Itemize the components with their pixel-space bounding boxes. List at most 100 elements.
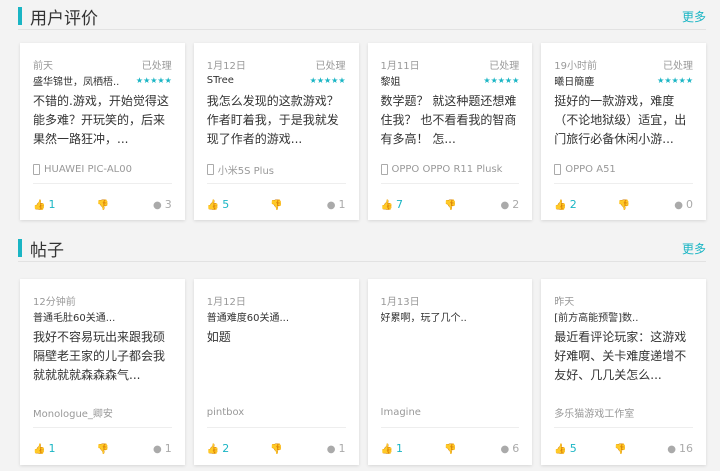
status-badge: 已处理 xyxy=(489,61,520,72)
post-subject: 普通毛肚60关通... xyxy=(33,313,116,324)
review-text: 不错的.游戏，开始觉得这能多难？开玩笑的，后来果然一路狂冲，... xyxy=(33,94,169,146)
thumbs-down-icon: 👎 xyxy=(614,443,627,455)
post-time: 昨天 xyxy=(554,297,575,308)
thumbs-down-icon: 👎 xyxy=(96,199,109,211)
like-button[interactable]: 👍 7 xyxy=(381,198,403,211)
status-badge: 已处理 xyxy=(141,61,172,72)
dislike-button[interactable]: 👎 xyxy=(270,442,285,455)
thumbs-up-icon: 👍 xyxy=(33,443,46,455)
like-button[interactable]: 👍 1 xyxy=(33,198,55,211)
comment-button[interactable]: ● 16 xyxy=(667,442,693,455)
card-footer: 👍 2 👎 ● 0 xyxy=(554,184,693,224)
review-user: 盛华锦世，凤栖梧.. xyxy=(33,77,120,88)
review-card[interactable]: 19小时前 已处理 曦日簡塵 ★★★★★ 挺好的一款游戏，难度（不论地狱级）适宜，出… xyxy=(541,43,706,220)
like-count: 2 xyxy=(222,441,230,455)
dislike-button[interactable]: 👎 xyxy=(444,198,459,211)
review-text: 我怎么发现的这款游戏？作者盯着我，于是我就发现了作者的游戏... xyxy=(206,94,339,146)
post-time: 12分钟前 xyxy=(33,297,76,308)
review-user: 黎姐 xyxy=(380,77,401,88)
comment-count: 1 xyxy=(338,441,346,455)
like-count: 1 xyxy=(48,197,56,211)
post-author: Monologue_卿安 xyxy=(33,409,113,420)
star-rating: ★★★★★ xyxy=(483,76,520,85)
review-card[interactable]: 前天 已处理 盛华锦世，凤栖梧.. ★★★★★ 不错的.游戏，开始觉得这能多难？开玩… xyxy=(20,43,185,220)
like-button[interactable]: 👍 2 xyxy=(554,198,576,211)
post-card[interactable]: 昨天 [前方高能预警]数.. 最近看评论玩家：这游戏好难啊、关卡难度递增不友好、… xyxy=(541,279,706,465)
like-count: 5 xyxy=(569,441,577,455)
posts-more-link[interactable]: 更多 xyxy=(682,240,706,257)
review-user: 曦日簡塵 xyxy=(554,77,595,88)
card-footer: 👍 2 👎 ● 1 xyxy=(207,428,346,468)
status-badge: 已处理 xyxy=(663,61,693,72)
posts-header: 帖子 更多 xyxy=(18,236,706,262)
thumbs-up-icon: 👍 xyxy=(380,199,393,211)
reviews-more-link[interactable]: 更多 xyxy=(682,8,706,25)
star-rating: ★★★★★ xyxy=(309,76,346,85)
like-button[interactable]: 👍 5 xyxy=(207,198,229,211)
post-subject: 普通难度60关通... xyxy=(206,313,290,324)
dislike-button[interactable]: 👎 xyxy=(618,198,633,211)
status-badge: 已处理 xyxy=(315,61,346,72)
dislike-button[interactable]: 👎 xyxy=(270,198,285,211)
post-time: 1月12日 xyxy=(206,297,246,308)
comment-button[interactable]: ● 3 xyxy=(153,198,172,211)
comment-icon: ● xyxy=(153,199,162,211)
comment-button[interactable]: ● 1 xyxy=(327,198,346,211)
like-button[interactable]: 👍 5 xyxy=(554,442,576,455)
review-time: 1月12日 xyxy=(206,61,246,72)
review-card[interactable]: 1月12日 已处理 STree ★★★★★ 我怎么发现的这款游戏？作者盯着我，于是我… xyxy=(193,43,359,220)
phone-icon xyxy=(206,164,214,175)
comment-button[interactable]: ● 0 xyxy=(674,198,693,211)
comment-button[interactable]: ● 2 xyxy=(501,198,520,211)
post-author: Imagine xyxy=(380,407,421,418)
thumbs-up-icon: 👍 xyxy=(206,199,220,211)
star-rating: ★★★★★ xyxy=(657,76,693,85)
review-time: 前天 xyxy=(33,61,53,72)
post-subject: 好累啊，玩了几个.. xyxy=(380,313,467,324)
like-count: 5 xyxy=(222,197,230,211)
post-card[interactable]: 1月13日 好累啊，玩了几个.. Imagine 👍 1 👎 ● 6 xyxy=(367,279,533,465)
review-card[interactable]: 1月11日 已处理 黎姐 ★★★★★ 数学题？ 就这种题还想难住我？ 也不看看我的智… xyxy=(367,43,533,220)
section-accent-bar xyxy=(18,7,22,25)
comment-button[interactable]: ● 1 xyxy=(153,442,172,455)
post-author: 多乐猫游戏工作室 xyxy=(554,409,635,420)
like-count: 2 xyxy=(569,197,577,211)
review-time: 19小时前 xyxy=(554,61,597,72)
post-card[interactable]: 12分钟前 普通毛肚60关通... 我好不容易玩出来跟我硕隔壁老王家的儿子都会我… xyxy=(20,279,185,465)
dislike-button[interactable]: 👎 xyxy=(614,442,629,455)
post-card[interactable]: 1月12日 普通难度60关通... 如题 pintbox 👍 2 👎 ● 1 xyxy=(193,279,359,468)
thumbs-up-icon: 👍 xyxy=(206,443,220,455)
post-text: 最近看评论玩家：这游戏好难啊、关卡难度递增不友好、几几关怎么... xyxy=(554,330,687,382)
dislike-button[interactable]: 👎 xyxy=(97,198,112,211)
card-footer: 👍 5 👎 ● 16 xyxy=(554,428,693,468)
device-name: OPPO A51 xyxy=(565,164,616,175)
comment-icon: ● xyxy=(153,443,162,455)
comment-button[interactable]: ● 6 xyxy=(501,442,520,455)
thumbs-down-icon: 👎 xyxy=(270,199,283,211)
thumbs-up-icon: 👍 xyxy=(33,199,46,211)
like-count: 7 xyxy=(395,197,403,211)
device-name: 小米5S Plus xyxy=(217,166,274,177)
comment-count: 1 xyxy=(338,197,346,211)
comment-count: 0 xyxy=(685,197,693,211)
card-footer: 👍 1 👎 ● 1 xyxy=(33,428,172,468)
comment-count: 3 xyxy=(164,197,172,211)
comment-icon: ● xyxy=(326,199,336,211)
comment-button[interactable]: ● 1 xyxy=(327,442,346,455)
post-text: 我好不容易玩出来跟我硕隔壁老王家的儿子都会我就就就就森森森气... xyxy=(33,330,166,382)
like-button[interactable]: 👍 1 xyxy=(381,442,403,455)
thumbs-down-icon: 👎 xyxy=(444,199,457,211)
phone-icon xyxy=(380,164,388,175)
comment-icon: ● xyxy=(500,199,510,211)
thumbs-down-icon: 👎 xyxy=(96,443,109,455)
like-button[interactable]: 👍 1 xyxy=(33,442,55,455)
like-button[interactable]: 👍 2 xyxy=(207,442,229,455)
post-text: 如题 xyxy=(206,330,231,344)
post-text xyxy=(381,328,520,398)
comment-count: 2 xyxy=(512,197,520,211)
review-text: 数学题？ 就这种题还想难住我？ 也不看看我的智商有多高！ 怎... xyxy=(380,94,517,146)
dislike-button[interactable]: 👎 xyxy=(444,442,459,455)
dislike-button[interactable]: 👎 xyxy=(97,442,112,455)
card-footer: 👍 7 👎 ● 2 xyxy=(381,184,520,224)
section-accent-bar xyxy=(18,239,22,257)
